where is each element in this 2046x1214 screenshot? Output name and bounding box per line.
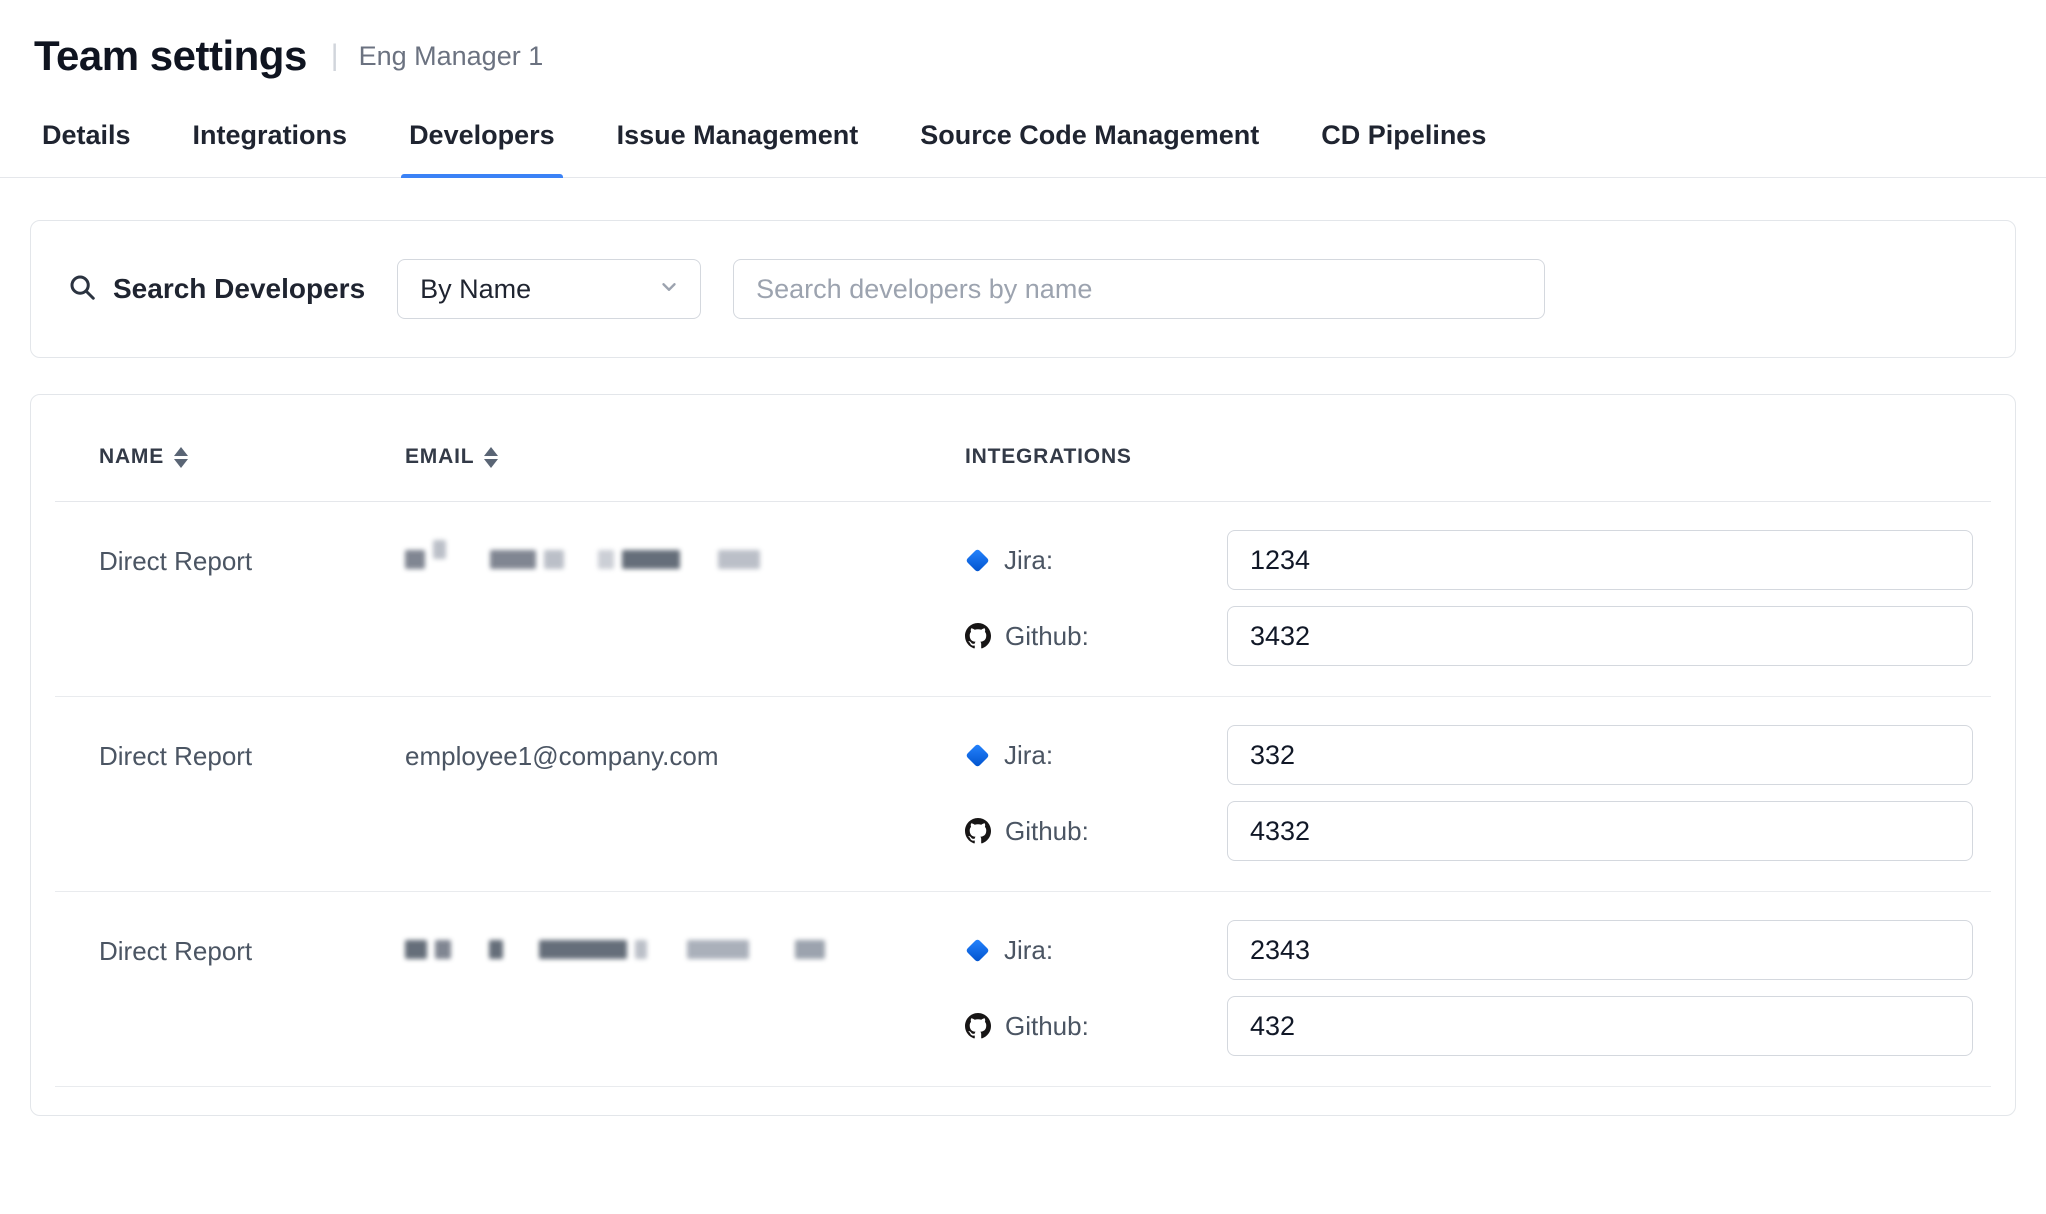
jira-label: Jira: xyxy=(1004,935,1053,966)
developer-name: Direct Report xyxy=(99,936,252,967)
github-field: Github: xyxy=(965,996,1973,1056)
jira-id-input[interactable] xyxy=(1227,530,1973,590)
title-separator: | xyxy=(331,39,339,73)
github-icon xyxy=(965,818,991,844)
github-label-wrap: Github: xyxy=(965,621,1227,652)
tab-issue-management[interactable]: Issue Management xyxy=(609,106,867,177)
tab-details[interactable]: Details xyxy=(34,106,139,177)
tab-cd-pipelines[interactable]: CD Pipelines xyxy=(1313,106,1494,177)
github-field: Github: xyxy=(965,801,1973,861)
github-label: Github: xyxy=(1005,1011,1089,1042)
name-cell: Direct Report xyxy=(55,725,405,772)
jira-field: Jira: xyxy=(965,725,1973,785)
github-label-wrap: Github: xyxy=(965,816,1227,847)
integrations-cell: Jira: Github: xyxy=(965,725,1991,861)
name-cell: Direct Report xyxy=(55,920,405,967)
search-input[interactable] xyxy=(733,259,1545,319)
github-label: Github: xyxy=(1005,816,1089,847)
tab-developers[interactable]: Developers xyxy=(401,106,563,177)
chevron-down-icon xyxy=(658,276,680,303)
sort-email-icon[interactable] xyxy=(484,447,498,468)
email-cell xyxy=(405,530,965,569)
table-header-row: NAME EMAIL INTEGRATIONS xyxy=(55,395,1991,502)
jira-icon xyxy=(965,743,989,767)
tab-bar: Details Integrations Developers Issue Ma… xyxy=(0,106,2046,178)
integrations-header-label: INTEGRATIONS xyxy=(965,445,1132,469)
jira-label-wrap: Jira: xyxy=(965,740,1227,771)
jira-icon xyxy=(965,548,989,572)
search-label-wrap: Search Developers xyxy=(67,272,365,307)
jira-label: Jira: xyxy=(1004,740,1053,771)
search-filter-select[interactable]: By Name xyxy=(397,259,701,319)
github-icon xyxy=(965,623,991,649)
github-icon xyxy=(965,1013,991,1039)
developer-name: Direct Report xyxy=(99,546,252,577)
column-header-email: EMAIL xyxy=(405,445,965,469)
redacted-email xyxy=(405,940,965,959)
sort-name-icon[interactable] xyxy=(174,447,188,468)
jira-label: Jira: xyxy=(1004,545,1053,576)
column-header-integrations: INTEGRATIONS xyxy=(965,445,1991,469)
email-cell: employee1@company.com xyxy=(405,725,965,772)
name-cell: Direct Report xyxy=(55,530,405,577)
jira-id-input[interactable] xyxy=(1227,725,1973,785)
search-panel: Search Developers By Name xyxy=(30,220,2016,358)
page-header: Team settings | Eng Manager 1 xyxy=(0,0,2046,106)
table-row: Direct Report Jira: Github: xyxy=(55,892,1991,1087)
github-id-input[interactable] xyxy=(1227,606,1973,666)
github-id-input[interactable] xyxy=(1227,801,1973,861)
tab-integrations[interactable]: Integrations xyxy=(185,106,356,177)
redacted-email xyxy=(405,550,965,569)
integrations-cell: Jira: Github: xyxy=(965,920,1991,1056)
search-filter-value: By Name xyxy=(420,274,531,305)
developer-name: Direct Report xyxy=(99,741,252,772)
jira-id-input[interactable] xyxy=(1227,920,1973,980)
developers-table: NAME EMAIL INTEGRATIONS Direct Report xyxy=(30,394,2016,1116)
jira-label-wrap: Jira: xyxy=(965,935,1227,966)
github-id-input[interactable] xyxy=(1227,996,1973,1056)
jira-icon xyxy=(965,938,989,962)
search-developers-label: Search Developers xyxy=(113,273,365,305)
github-label-wrap: Github: xyxy=(965,1011,1227,1042)
developer-email: employee1@company.com xyxy=(405,741,719,772)
name-header-label: NAME xyxy=(99,445,164,469)
page-subtitle: Eng Manager 1 xyxy=(359,41,544,72)
integrations-cell: Jira: Github: xyxy=(965,530,1991,666)
github-field: Github: xyxy=(965,606,1973,666)
jira-field: Jira: xyxy=(965,920,1973,980)
page-title: Team settings xyxy=(34,32,307,80)
search-icon xyxy=(67,272,97,307)
tab-source-code-management[interactable]: Source Code Management xyxy=(912,106,1267,177)
email-cell xyxy=(405,920,965,959)
table-row: Direct Report employee1@company.com Jira… xyxy=(55,697,1991,892)
table-row: Direct Report Jira: Github: xyxy=(55,502,1991,697)
jira-field: Jira: xyxy=(965,530,1973,590)
email-header-label: EMAIL xyxy=(405,445,474,469)
column-header-name: NAME xyxy=(55,445,405,469)
jira-label-wrap: Jira: xyxy=(965,545,1227,576)
github-label: Github: xyxy=(1005,621,1089,652)
